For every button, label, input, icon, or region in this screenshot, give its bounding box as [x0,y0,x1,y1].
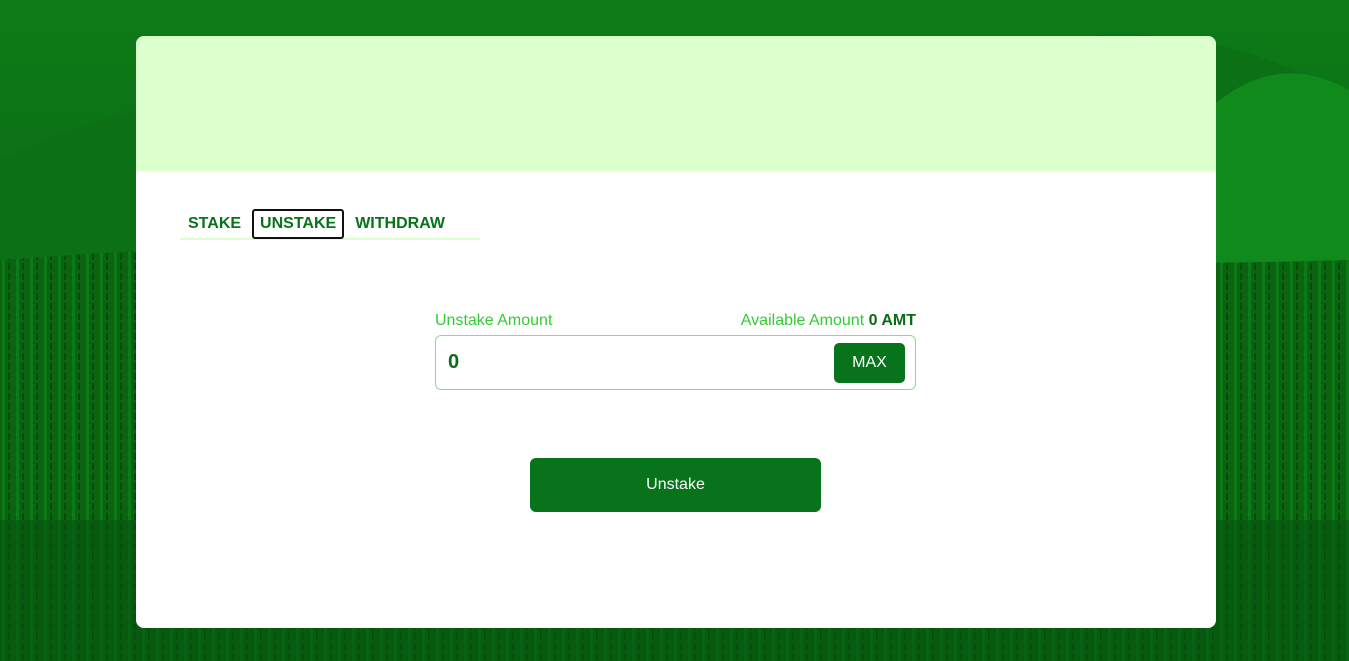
amount-label: Unstake Amount [435,312,553,329]
unstake-button[interactable]: Unstake [530,458,821,512]
staking-card: STAKE UNSTAKE WITHDRAW Unstake Amount Av… [136,36,1216,628]
available-amount: Available Amount 0 AMT [741,312,916,330]
available-value: 0 AMT [868,312,916,329]
max-button[interactable]: MAX [834,343,905,383]
available-label: Available Amount [740,312,865,329]
card-header-banner [136,36,1216,171]
tab-stake[interactable]: STAKE [180,209,249,239]
form-labels-row: Unstake Amount Available Amount 0 AMT [435,312,916,334]
tab-withdraw[interactable]: WITHDRAW [347,209,453,239]
unstake-form: Unstake Amount Available Amount 0 AMT MA… [435,312,916,390]
amount-input-wrapper: MAX [435,335,916,390]
tab-unstake[interactable]: UNSTAKE [252,209,345,239]
amount-input[interactable] [448,344,828,380]
tab-bar: STAKE UNSTAKE WITHDRAW [180,209,480,240]
